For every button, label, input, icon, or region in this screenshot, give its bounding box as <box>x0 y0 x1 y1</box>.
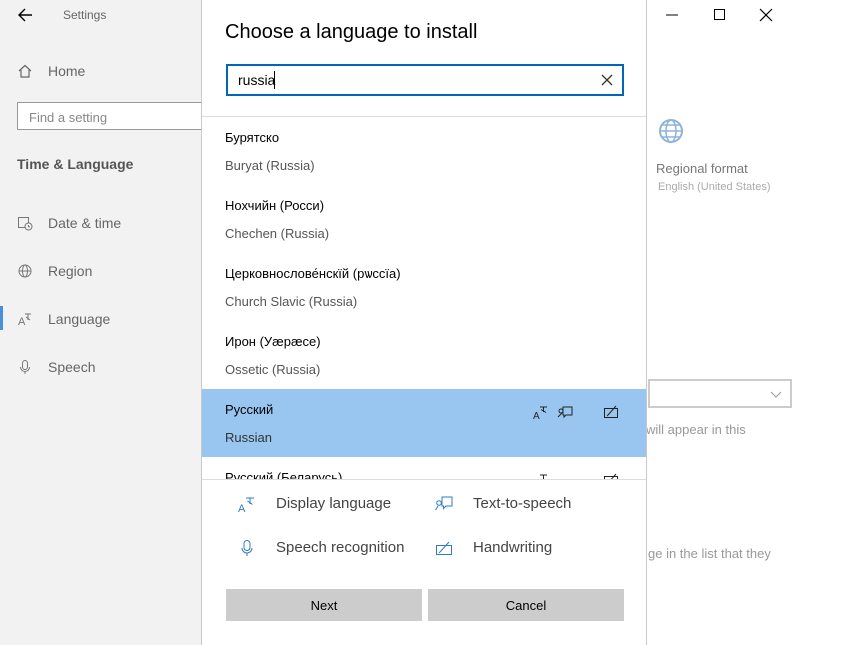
language-native-name: Церковнослове́нскїй (рѡссїа) <box>225 266 401 281</box>
chevron-down-icon <box>770 387 782 405</box>
maximize-button[interactable] <box>708 5 732 25</box>
svg-text:A: A <box>18 316 26 327</box>
app-title: Settings <box>63 8 107 22</box>
globe-icon <box>16 262 34 280</box>
section-title: Time & Language <box>17 156 134 172</box>
language-english-name: Chechen (Russia) <box>225 226 330 241</box>
search-value: russia <box>238 72 276 88</box>
text-to-speech-icon <box>434 494 454 514</box>
microphone-icon <box>237 538 257 558</box>
list-item[interactable]: Бурятско Buryat (Russia) <box>202 117 646 185</box>
settings-search-placeholder: Find a setting <box>29 110 108 125</box>
sidebar-item-date-time[interactable]: Date & time <box>0 208 205 238</box>
settings-search-input[interactable]: Find a setting <box>17 102 217 130</box>
text-to-speech-icon <box>556 403 574 421</box>
minimize-button[interactable] <box>660 5 684 25</box>
svg-text:A: A <box>238 503 246 513</box>
list-item[interactable]: Русский (Беларусь) <box>202 457 646 480</box>
sidebar-item-label: Speech <box>48 359 96 375</box>
minimize-icon <box>666 14 678 16</box>
language-native-name: Русский <box>225 402 274 417</box>
background-dropdown[interactable] <box>648 379 792 408</box>
list-item[interactable]: Церковнослове́нскїй (рѡссїа) Church Slav… <box>202 253 646 321</box>
legend-label: Handwriting <box>473 539 553 556</box>
sidebar-item-label: Region <box>48 263 93 279</box>
language-english-name: Buryat (Russia) <box>225 158 315 173</box>
sidebar-item-speech[interactable]: Speech <box>0 352 205 382</box>
display-language-icon: A <box>532 403 550 421</box>
microphone-icon <box>16 358 34 376</box>
maximize-icon <box>714 9 725 20</box>
cancel-button[interactable]: Cancel <box>428 589 624 621</box>
clear-search-button[interactable] <box>598 71 616 89</box>
nav-home[interactable]: Home <box>0 56 205 86</box>
handwriting-icon <box>434 538 454 558</box>
close-window-button[interactable] <box>754 5 778 25</box>
list-item[interactable]: Нохчийн (Росси) Chechen (Russia) <box>202 185 646 253</box>
language-search-input[interactable]: russia <box>226 64 624 96</box>
sidebar-item-language[interactable]: A Language <box>0 304 205 334</box>
close-icon <box>759 8 773 22</box>
dialog-title: Choose a language to install <box>225 21 478 43</box>
legend-label: Text-to-speech <box>473 495 572 512</box>
sidebar-item-label: Date & time <box>48 215 122 231</box>
regional-format-value: English (United States) <box>658 181 771 193</box>
sidebar-item-label: Language <box>48 311 111 327</box>
regional-format-label: Regional format <box>656 161 748 176</box>
language-native-name: Ирон (Уæрæсе) <box>225 334 321 349</box>
choose-language-dialog: Choose a language to install russia Буря… <box>201 0 647 645</box>
language-native-name: Русский (Беларусь) <box>225 470 343 480</box>
language-native-name: Нохчийн (Росси) <box>225 198 325 213</box>
window-controls <box>642 0 842 30</box>
language-native-name: Бурятско <box>225 130 280 145</box>
close-icon <box>601 74 613 86</box>
next-button[interactable]: Next <box>226 589 422 621</box>
svg-text:A: A <box>533 411 540 420</box>
settings-sidebar: Settings Home Find a setting Time & Lang… <box>0 0 217 645</box>
legend-label: Speech recognition <box>276 539 405 556</box>
background-text: will appear in this <box>646 422 746 437</box>
language-list[interactable]: Бурятско Buryat (Russia) Нохчийн (Росси)… <box>202 116 646 480</box>
handwriting-icon <box>602 403 620 421</box>
language-english-name: Ossetic (Russia) <box>225 362 321 377</box>
language-icon: A <box>16 310 34 328</box>
calendar-clock-icon <box>16 214 34 232</box>
language-english-name: Church Slavic (Russia) <box>225 294 358 309</box>
list-item[interactable]: Ирон (Уæрæсе) Ossetic (Russia) <box>202 321 646 389</box>
display-language-icon <box>532 471 550 479</box>
back-button[interactable] <box>12 4 40 26</box>
home-icon <box>16 62 34 80</box>
background-text: ge in the list that they <box>648 546 771 561</box>
back-arrow-icon <box>18 8 32 22</box>
handwriting-icon <box>602 471 620 479</box>
globe-settings-icon <box>656 116 690 150</box>
display-language-icon: A <box>237 494 257 514</box>
legend-label: Display language <box>276 495 392 512</box>
sidebar-item-region[interactable]: Region <box>0 256 205 286</box>
text-caret <box>274 71 275 89</box>
nav-home-label: Home <box>48 63 86 79</box>
list-item-selected[interactable]: Русский Russian A <box>202 389 646 457</box>
language-english-name: Russian <box>225 430 272 445</box>
